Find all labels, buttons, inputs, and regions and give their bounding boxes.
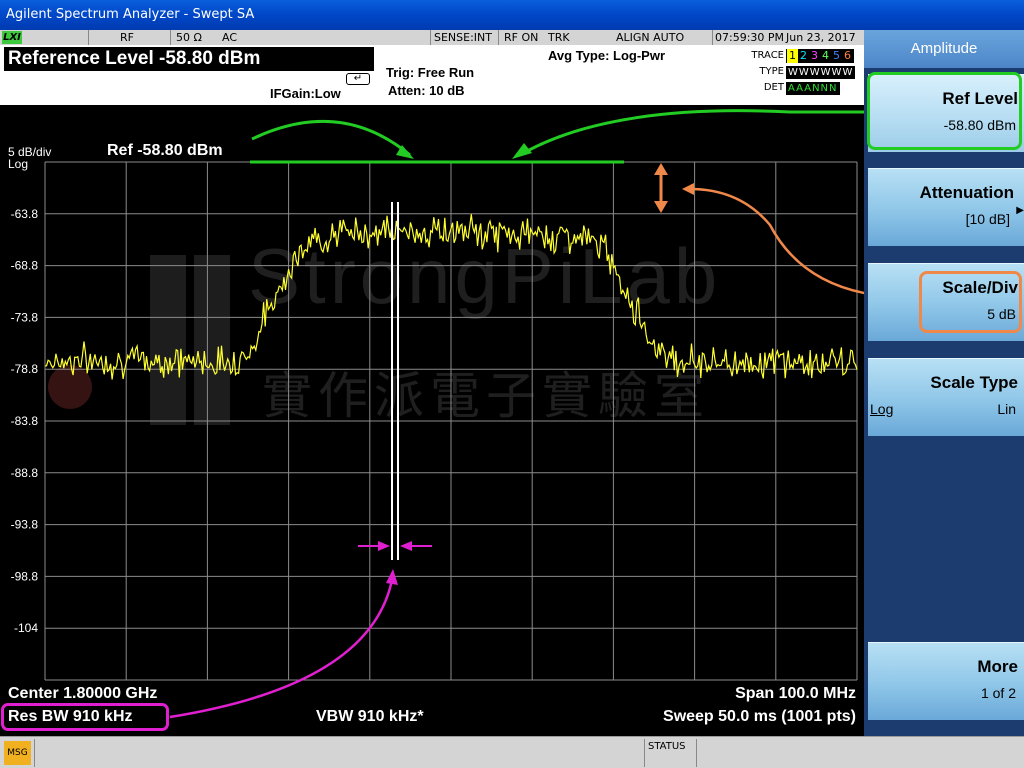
center-frequency-readout[interactable]: Center 1.80000 GHz [8,685,157,703]
attenuation-softkey[interactable]: Attenuation ▶ [10 dB] [868,168,1024,246]
sweep-readout[interactable]: Sweep 50.0 ms (1001 pts) [663,708,856,726]
rbw-annotation-arrow [169,579,394,719]
status-label: STATUS [648,741,686,752]
window-title-bar[interactable]: Agilent Spectrum Analyzer - Swept SA [0,0,1024,30]
softkey-label: Attenuation [919,183,1014,202]
spectrum-display: StrongPiLab 實作派電子實驗室 -63.8 -68.8 -73.8 -78.… [0,105,864,735]
rf-input-indicator: RF [120,31,134,44]
divider [712,30,713,45]
submenu-arrow-icon: ▶ [1016,205,1024,216]
y-tick-label: -93.8 [11,518,39,532]
coupling-indicator: AC [222,31,238,44]
trace-detectors: AAANNN [786,82,840,95]
softkey-label: More [977,657,1018,676]
arrowhead-icon [654,163,668,175]
y-axis-ticks: -63.8 -68.8 -73.8 -78.8 -83.8 -88.8 -93.8 -98.8… [11,207,39,635]
lxi-badge: LXI [2,31,22,44]
trace-number-2: 2 [800,49,807,62]
divider [170,30,171,45]
message-indicator[interactable]: MSG [4,741,31,765]
divider [696,739,697,767]
scale-type-label: Log [8,157,28,171]
divider [88,30,89,45]
softkey-value: 1 of 2 [980,685,1016,701]
arrowhead-icon [386,569,398,585]
watermark-logo-dot [48,365,92,409]
span-readout[interactable]: Span 100.0 MHz [735,685,856,703]
ref-softkey-arrow [519,109,864,157]
align-indicator: ALIGN AUTO [616,31,685,44]
scale-type-log-option: Log [870,401,894,417]
clock-time: 07:59:30 PM [715,31,785,44]
scale-type-softkey[interactable]: Scale Type Log Lin [868,358,1024,436]
trace-label: TRACE [751,50,784,61]
y-tick-label: -68.8 [11,259,39,273]
ref-level-highlight-ring [867,72,1022,150]
trace-indicator: TRACE TYPE DET 123456 WWWWWW AAANNN [746,48,862,98]
rf-on-indicator: RF ON [504,31,539,44]
arrowhead-icon [654,201,668,213]
res-bw-readout[interactable]: Res BW 910 kHz [8,708,133,726]
trace-number-1: 1 [787,49,798,63]
y-tick-label: -83.8 [11,414,39,428]
sense-indicator: SENSE:INT [434,31,492,44]
scale-type-lin-option: Lin [997,401,1016,417]
clock-date: Jun 23, 2017 [786,31,856,44]
trace-number-6: 6 [844,49,851,62]
y-tick-label: -104 [14,621,38,635]
arrowhead-icon [682,183,694,195]
det-label: DET [763,82,784,93]
ref-level-label: Ref -58.80 dBm [107,142,223,159]
attenuation-readout: Atten: 10 dB [388,83,465,98]
enter-key-icon: ↵ [346,73,370,85]
scale-div-highlight-ring [919,271,1022,333]
watermark-logo-bar [194,255,230,425]
measurement-header: Reference Level -58.80 dBm ↵ Trig: Free … [0,45,864,105]
watermark-text: StrongPiLab [248,232,721,320]
trigger-readout: Trig: Free Run [386,65,475,80]
divider [34,739,35,767]
y-tick-label: -63.8 [11,207,39,221]
divider [644,739,645,767]
y-tick-label: -78.8 [11,362,39,376]
ifgain-readout: IFGain:Low [270,86,341,101]
trk-indicator: TRK [548,31,570,44]
arrowhead-icon [400,541,412,551]
vbw-readout[interactable]: VBW 910 kHz* [316,708,424,726]
y-tick-label: -88.8 [11,466,39,480]
avg-type-readout: Avg Type: Log-Pwr [548,48,665,63]
softkey-value: [10 dB] [965,211,1010,227]
trace-number-4: 4 [822,49,829,62]
ref-annotation-arrow [251,119,411,157]
trace-types: WWWWWW [786,66,856,79]
window-title: Agilent Spectrum Analyzer - Swept SA [6,7,255,22]
y-tick-label: -98.8 [11,569,39,583]
arrowhead-icon [512,143,532,159]
watermark-chinese-text: 實作派電子實驗室 [262,367,710,425]
arrowhead-icon [378,541,390,551]
softkey-menu-title: Amplitude [864,30,1024,68]
y-tick-label: -73.8 [11,310,39,324]
trace-number-3: 3 [811,49,818,62]
watermark: StrongPiLab 實作派電子實驗室 [48,232,721,425]
spectrum-plot: StrongPiLab 實作派電子實驗室 -63.8 -68.8 -73.8 -78.… [8,109,864,719]
softkey-label: Scale Type [930,373,1018,392]
more-softkey[interactable]: More 1 of 2 [868,642,1024,720]
trace-number-5: 5 [833,49,840,62]
watermark-logo-bar [150,255,186,425]
impedance-indicator: 50 Ω [176,31,202,44]
bottom-status-bar: MSG STATUS [0,736,1024,768]
instrument-status-row: LXI RF 50 Ω AC SENSE:INT RF ON TRK ALIGN… [0,30,864,45]
type-label: TYPE [759,66,784,77]
reference-level-readout: Reference Level -58.80 dBm [4,47,374,71]
graticule [44,161,858,681]
divider [430,30,431,45]
divider [498,30,499,45]
trace-numbers: 123456 [786,49,854,63]
